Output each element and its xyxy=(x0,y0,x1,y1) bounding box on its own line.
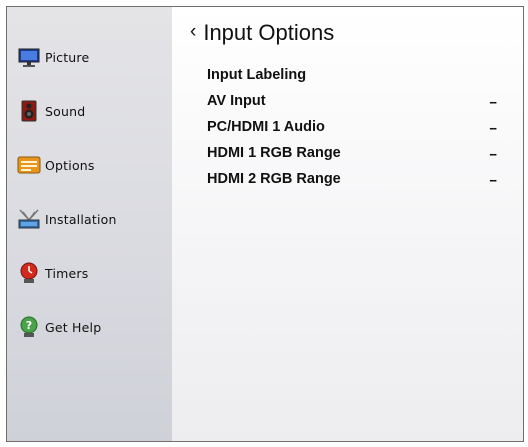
sidebar-item-timers[interactable]: Timers xyxy=(7,253,172,293)
option-input-labeling[interactable]: Input Labeling xyxy=(207,63,496,87)
sidebar: Picture Sound Options Installation Timer… xyxy=(7,7,172,441)
option-label: HDMI 1 RGB Range xyxy=(207,145,341,161)
sidebar-item-label: Get Help xyxy=(45,319,102,335)
help-icon: ? xyxy=(17,315,41,339)
sidebar-item-installation[interactable]: Installation xyxy=(7,199,172,239)
page-title[interactable]: ‹ Input Options xyxy=(190,20,334,46)
monitor-icon xyxy=(17,45,41,69)
sidebar-item-picture[interactable]: Picture xyxy=(7,37,172,77)
antenna-icon xyxy=(17,207,41,231)
back-chevron-icon: ‹ xyxy=(190,21,197,42)
sidebar-item-label: Options xyxy=(45,157,95,173)
sidebar-item-label: Sound xyxy=(45,103,86,119)
sidebar-item-label: Installation xyxy=(45,211,117,227)
timer-icon xyxy=(17,261,41,285)
tv-menu-frame: Picture Sound Options Installation Timer… xyxy=(6,6,524,442)
main-panel: ‹ Input Options Input Labeling AV Input … xyxy=(172,7,523,441)
sidebar-item-sound[interactable]: Sound xyxy=(7,91,172,131)
sidebar-item-options[interactable]: Options xyxy=(7,145,172,185)
option-label: PC/HDMI 1 Audio xyxy=(207,119,325,135)
option-av-input[interactable]: AV Input -- xyxy=(207,89,497,113)
option-hdmi2-rgb-range[interactable]: HDMI 2 RGB Range -- xyxy=(207,167,497,191)
svg-text:?: ? xyxy=(26,319,32,332)
page-title-text: Input Options xyxy=(203,20,335,45)
option-label: Input Labeling xyxy=(207,67,307,83)
option-pc-hdmi1-audio[interactable]: PC/HDMI 1 Audio -- xyxy=(207,115,497,139)
speaker-icon xyxy=(17,99,41,123)
option-value: -- xyxy=(489,145,497,161)
option-label: HDMI 2 RGB Range xyxy=(207,171,341,187)
option-value: -- xyxy=(489,119,497,135)
sidebar-item-get-help[interactable]: ? Get Help xyxy=(7,307,172,347)
options-icon xyxy=(17,153,41,177)
sidebar-item-label: Timers xyxy=(45,265,89,281)
sidebar-item-label: Picture xyxy=(45,49,90,65)
option-hdmi1-rgb-range[interactable]: HDMI 1 RGB Range -- xyxy=(207,141,497,165)
option-label: AV Input xyxy=(207,93,266,109)
option-value: -- xyxy=(489,93,497,109)
option-value: -- xyxy=(489,171,497,187)
